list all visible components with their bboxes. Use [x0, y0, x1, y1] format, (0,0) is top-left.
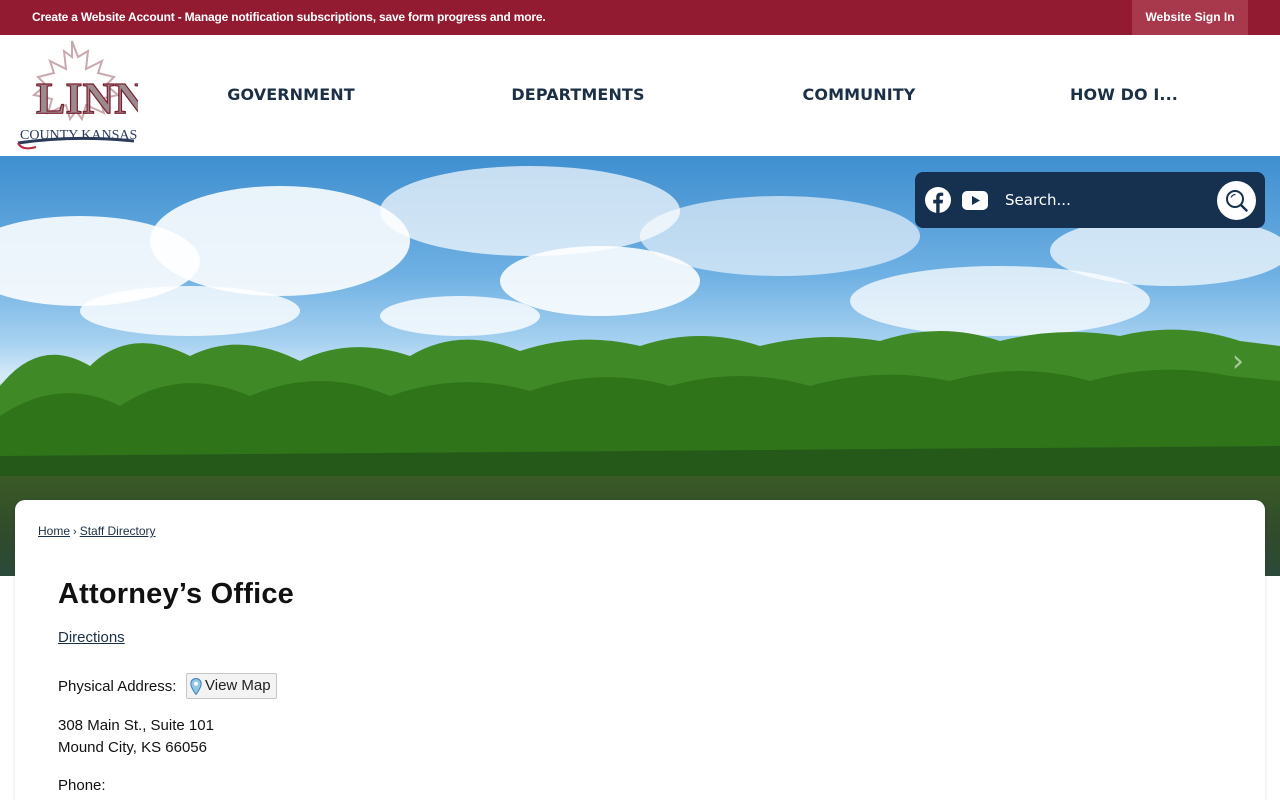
breadcrumb-separator: ›: [73, 526, 77, 538]
nav-how-do-i[interactable]: HOW DO I...: [1058, 35, 1190, 156]
logo-wordmark: LINN: [36, 74, 138, 123]
map-pin-icon: [190, 677, 202, 695]
nav-government[interactable]: GOVERNMENT: [210, 35, 372, 156]
view-map-label: View Map: [205, 677, 271, 694]
site-header: LINN COUNTY KANSAS GOVERNMENT DEPARTMENT…: [0, 35, 1280, 156]
carousel-next-arrow[interactable]: ›: [1232, 344, 1244, 379]
youtube-icon[interactable]: [962, 191, 988, 210]
linn-county-logo[interactable]: LINN COUNTY KANSAS: [14, 39, 138, 153]
nav-community[interactable]: COMMUNITY: [790, 35, 928, 156]
breadcrumb-staff-directory-link[interactable]: Staff Directory: [80, 524, 156, 538]
directions-link[interactable]: Directions: [58, 629, 125, 646]
create-account-link[interactable]: Create a Website Account - Manage notifi…: [32, 0, 546, 35]
breadcrumb: Home › Staff Directory: [38, 524, 156, 538]
content-card: Home › Staff Directory Attorney’s Office D…: [15, 500, 1265, 800]
search-input[interactable]: [1005, 183, 1205, 217]
search-widget: [915, 172, 1265, 228]
phone-label: Phone:: [58, 777, 106, 794]
search-button[interactable]: [1217, 181, 1256, 220]
physical-address-label: Physical Address:: [58, 678, 177, 695]
facebook-icon[interactable]: [925, 187, 951, 213]
breadcrumb-home-link[interactable]: Home: [38, 524, 70, 538]
nav-departments[interactable]: DEPARTMENTS: [500, 35, 656, 156]
announcement-bar: Create a Website Account - Manage notifi…: [0, 0, 1280, 35]
address-city: Mound City, KS 66056: [58, 739, 207, 756]
address-street: 308 Main St., Suite 101: [58, 717, 214, 734]
view-map-button[interactable]: View Map: [186, 673, 277, 699]
website-sign-in-button[interactable]: Website Sign In: [1132, 0, 1248, 35]
search-icon: [1226, 190, 1248, 212]
page-title: Attorney’s Office: [58, 578, 294, 610]
